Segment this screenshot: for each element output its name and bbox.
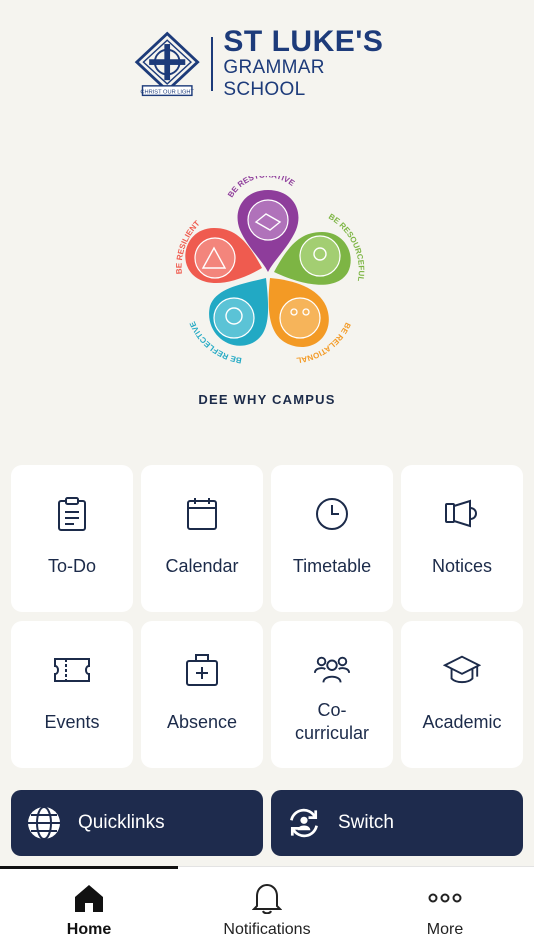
first-aid-icon bbox=[183, 651, 221, 689]
quick-actions: Quicklinks Switch bbox=[11, 790, 523, 856]
more-dots-icon bbox=[428, 881, 462, 915]
tile-label: Calendar bbox=[165, 556, 239, 576]
graduation-cap-icon bbox=[443, 651, 481, 689]
calendar-icon bbox=[183, 495, 221, 533]
group-icon bbox=[313, 651, 351, 689]
switch-button[interactable]: Switch bbox=[271, 790, 523, 856]
tile-label: To-Do bbox=[47, 556, 96, 576]
tile-academic[interactable]: Academic bbox=[401, 621, 523, 768]
globe-icon bbox=[26, 805, 62, 841]
tile-label: Co- curricular bbox=[295, 699, 369, 745]
megaphone-icon bbox=[443, 495, 481, 533]
school-name-line2: GRAMMAR SCHOOL bbox=[223, 57, 325, 100]
tile-todo[interactable]: To-Do bbox=[11, 465, 133, 612]
campus-label: DEE WHY CAMPUS bbox=[198, 392, 336, 407]
tile-label: Notices bbox=[431, 556, 493, 576]
tile-notices[interactable]: Notices bbox=[401, 465, 523, 612]
tile-label-line1: Co- bbox=[317, 700, 347, 720]
tile-timetable[interactable]: Timetable bbox=[271, 465, 393, 612]
tile-label: Timetable bbox=[292, 556, 372, 576]
clock-icon bbox=[313, 495, 351, 533]
switch-label: Switch bbox=[338, 812, 394, 833]
tile-events[interactable]: Events bbox=[11, 621, 133, 768]
tab-notifications[interactable]: Notifications bbox=[178, 867, 356, 950]
tile-label: Absence bbox=[166, 712, 238, 732]
quicklinks-label: Quicklinks bbox=[78, 812, 165, 833]
quicklinks-button[interactable]: Quicklinks bbox=[11, 790, 263, 856]
school-name: ST LUKE'S GRAMMAR SCHOOL bbox=[211, 27, 403, 100]
values-graphic: BE RESTORATIVE BE RESOURCEFUL BE RELATIO… bbox=[175, 176, 366, 365]
svg-text:CHRIST OUR LIGHT: CHRIST OUR LIGHT bbox=[140, 89, 194, 95]
tab-more-label: More bbox=[426, 921, 464, 938]
active-tab-indicator bbox=[0, 866, 178, 869]
school-logo: CHRIST OUR LIGHT ST LUKE'S GRAMMAR SCHOO… bbox=[133, 27, 403, 100]
reflective-petal bbox=[209, 278, 269, 346]
tab-home-label: Home bbox=[66, 921, 112, 938]
tab-more[interactable]: More bbox=[356, 867, 534, 950]
school-name-line1: ST LUKE'S bbox=[223, 25, 384, 58]
tile-cocurricular[interactable]: Co- curricular bbox=[271, 621, 393, 768]
bell-icon bbox=[252, 881, 282, 915]
relational-petal bbox=[268, 278, 329, 347]
tile-label-line2: curricular bbox=[294, 723, 369, 743]
feature-grid: To-Do Calendar Timetable Notices Events … bbox=[11, 465, 523, 768]
tile-label: Academic bbox=[422, 712, 502, 732]
tile-calendar[interactable]: Calendar bbox=[141, 465, 263, 612]
switch-user-icon bbox=[286, 805, 322, 841]
tab-home[interactable]: Home bbox=[0, 867, 178, 950]
tab-notifications-label: Notifications bbox=[223, 921, 311, 938]
clipboard-icon bbox=[53, 495, 91, 533]
tile-absence[interactable]: Absence bbox=[141, 621, 263, 768]
ticket-icon bbox=[53, 651, 91, 689]
bottom-tab-bar: Home Notifications More bbox=[0, 866, 534, 950]
tile-label: Events bbox=[44, 712, 100, 732]
home-icon bbox=[74, 881, 104, 915]
school-crest-icon: CHRIST OUR LIGHT bbox=[134, 31, 200, 97]
